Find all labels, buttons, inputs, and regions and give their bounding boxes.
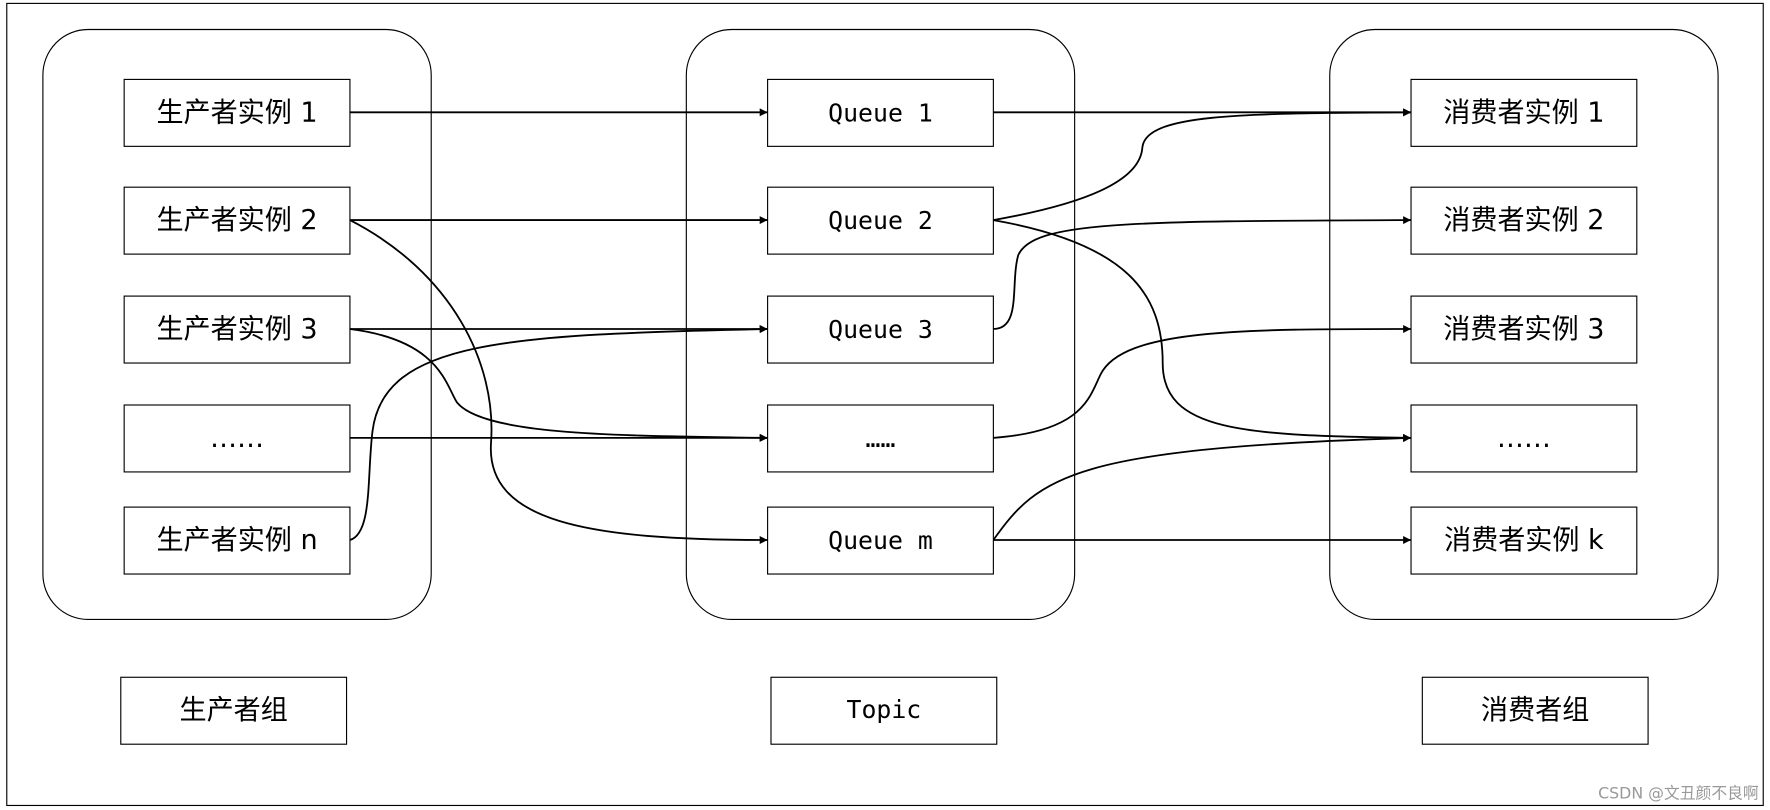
queue-node-label: Queue m: [828, 526, 933, 555]
producer-node-label: 生产者实例 1: [156, 97, 317, 128]
producer-node-label: 生产者实例 n: [156, 525, 317, 556]
watermark: CSDN @文丑颜不良啊: [1598, 784, 1759, 803]
consumer-node-label: 消费者实例 k: [1444, 525, 1604, 556]
edge-arrow: [993, 108, 1412, 221]
consumer-node-label: 消费者实例 3: [1443, 314, 1604, 345]
topic-label: Topic: [847, 695, 922, 724]
edge-arrow: [992, 434, 1412, 541]
consumer-node-label: 消费者实例 2: [1443, 205, 1604, 236]
queue-node-label: Queue 3: [828, 315, 933, 344]
consumer-group-label: 消费者组: [1481, 695, 1589, 726]
queue-node-label: Queue 2: [828, 206, 933, 235]
consumer-node-label: ……: [1497, 423, 1551, 454]
edge-arrow: [349, 328, 768, 442]
queue-node-label: Queue 1: [828, 98, 933, 127]
producer-node-label: 生产者实例 3: [156, 314, 317, 345]
diagram: 生产者实例 1 生产者实例 2 生产者实例 3 …… 生产者实例 n Queue 1 Que…: [6, 2, 1764, 807]
edge-arrow: [349, 219, 768, 544]
queue-node-label: ……: [866, 424, 896, 453]
producer-group-label: 生产者组: [180, 695, 288, 726]
edge-arrow: [349, 325, 768, 541]
edge-arrow: [993, 216, 1412, 330]
producer-node-label: 生产者实例 2: [156, 205, 317, 236]
edge-arrow: [993, 325, 1412, 439]
consumer-node-label: 消费者实例 1: [1443, 97, 1604, 128]
producer-node-label: ……: [210, 423, 264, 454]
